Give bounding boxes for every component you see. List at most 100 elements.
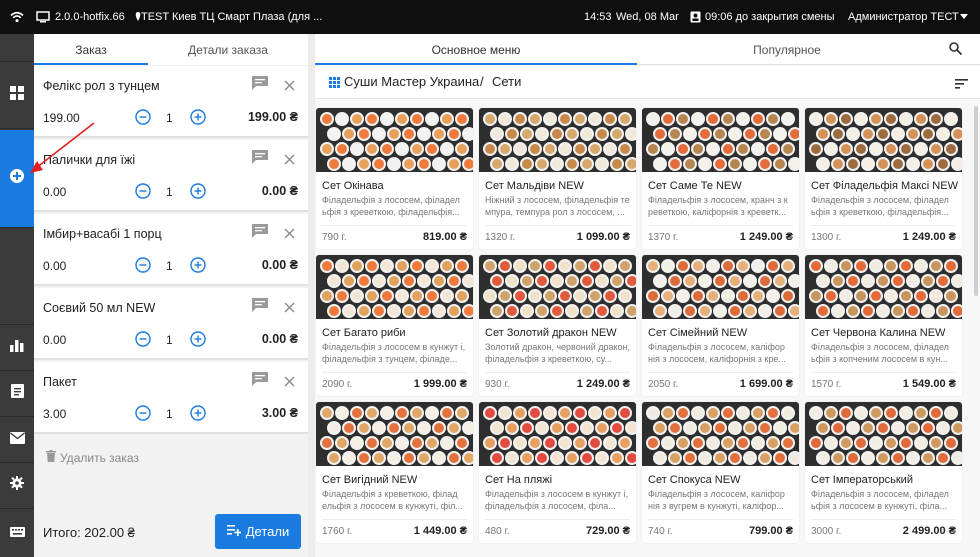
wifi-icon <box>10 0 24 34</box>
product-price: 1 549.00 ₴ <box>902 378 956 390</box>
comment-icon[interactable] <box>252 298 268 317</box>
tab-popular[interactable]: Популярное <box>637 34 937 65</box>
product-card[interactable]: Сет Спокуса NEW Філадельфія з лососем, ка… <box>642 402 799 543</box>
divider <box>648 225 793 226</box>
current-user[interactable]: Администратор ТЕСТ <box>848 0 959 34</box>
trash-icon <box>46 450 56 465</box>
product-price: 1 249.00 ₴ <box>902 231 956 243</box>
details-button[interactable]: Детали <box>215 514 301 549</box>
product-weight: 2090 г. <box>322 379 353 390</box>
close-icon[interactable] <box>284 226 295 244</box>
sidebar-item-settings[interactable] <box>0 463 34 509</box>
product-title: Сет Саме Те NEW <box>648 180 742 192</box>
order-item-name: Соєвий 50 мл NEW <box>43 301 156 315</box>
menu-scrollbar[interactable] <box>974 106 978 296</box>
product-description: Філадельфія з лососем, кранч з к реветко… <box>648 195 788 217</box>
product-image <box>316 255 473 319</box>
order-item[interactable]: Імбир+васабі 1 порц 0.00 1 0.00 ₴ <box>34 214 308 286</box>
divider <box>485 372 630 373</box>
delete-order-button[interactable]: Удалить заказ <box>46 450 139 465</box>
product-title: Сет Багато риби <box>322 327 406 339</box>
product-card[interactable]: Сет Вигідний NEW Філадельфія з креветкою,… <box>316 402 473 543</box>
product-price: 729.00 ₴ <box>585 525 630 537</box>
sidebar-item-keyboard[interactable] <box>0 509 34 557</box>
tab-main-menu[interactable]: Основное меню <box>315 34 637 65</box>
search-icon[interactable] <box>949 42 963 60</box>
comment-icon[interactable] <box>252 76 268 95</box>
sidebar-item-new-order[interactable] <box>0 130 34 228</box>
product-weight: 1570 г. <box>811 379 842 390</box>
order-item-price: 0.00 <box>43 259 67 273</box>
order-item[interactable]: Соєвий 50 мл NEW 0.00 1 0.00 ₴ <box>34 288 308 360</box>
details-button-label: Детали <box>245 524 290 539</box>
product-description: Філадельфія з лососем, філадел ьфія з кр… <box>322 195 460 217</box>
breadcrumb: Суши Мастер Украина / Сети <box>315 66 980 99</box>
close-icon[interactable] <box>284 374 295 392</box>
breadcrumb-root[interactable]: Суши Мастер Украина <box>344 74 479 89</box>
product-description: Золотий дракон, червоний дракон, філадел… <box>485 342 631 364</box>
product-description: Філадельфія з лососем в кунжут і, філаде… <box>322 342 466 364</box>
plus-circle-icon[interactable] <box>190 405 206 426</box>
product-image <box>805 402 962 466</box>
product-card[interactable]: Сет Багато риби Філадельфія з лососем в к… <box>316 255 473 396</box>
order-item-total: 199.00 ₴ <box>247 110 298 124</box>
monitor-icon <box>36 0 50 34</box>
receipt-icon <box>10 384 24 403</box>
caret-down-icon[interactable] <box>960 0 968 34</box>
close-icon[interactable] <box>284 78 295 96</box>
comment-icon[interactable] <box>252 224 268 243</box>
order-panel: Заказ Детали заказа Фелікс рол з тунцем … <box>34 34 308 557</box>
grid-apps-icon <box>329 76 340 91</box>
product-card[interactable]: Сет Золотий дракон NEW Золотий дракон, че… <box>479 255 636 396</box>
minus-circle-icon[interactable] <box>135 405 151 426</box>
playlist-add-icon <box>226 524 242 539</box>
order-item-qty: 1 <box>166 111 173 125</box>
location-name[interactable]: TEST Киев ТЦ Смарт Плаза (для ... <box>141 0 322 34</box>
product-card[interactable]: Сет Саме Те NEW Філадельфія з лососем, кр… <box>642 108 799 249</box>
close-icon[interactable] <box>284 152 295 170</box>
minus-circle-icon[interactable] <box>135 183 151 204</box>
minus-circle-icon[interactable] <box>135 331 151 352</box>
product-card[interactable]: Сет Окінава Філадельфія з лососем, філаде… <box>316 108 473 249</box>
tab-order-details[interactable]: Детали заказа <box>148 34 308 65</box>
product-card[interactable]: Сет Мальдіви NEW Ніжний з лососем, філаде… <box>479 108 636 249</box>
product-price: 2 499.00 ₴ <box>902 525 956 537</box>
sidebar-item-grid[interactable] <box>0 62 34 129</box>
product-weight: 790 г. <box>322 232 347 243</box>
order-item[interactable]: Пакет 3.00 1 3.00 ₴ <box>34 362 308 434</box>
order-item-total: 0.00 ₴ <box>261 184 298 198</box>
sort-icon[interactable] <box>955 77 968 92</box>
sidebar-item-reports[interactable] <box>0 325 34 371</box>
product-weight: 1760 г. <box>322 526 353 537</box>
product-weight: 480 г. <box>485 526 510 537</box>
tab-order[interactable]: Заказ <box>34 34 148 65</box>
sidebar-item-messages[interactable] <box>0 417 34 463</box>
product-price: 1 099.00 ₴ <box>576 231 630 243</box>
order-item-qty: 1 <box>166 185 173 199</box>
product-title: Сет Червона Калина NEW <box>811 327 946 339</box>
product-card[interactable]: Сет Сімейний NEW Філадельфія з лососем, к… <box>642 255 799 396</box>
product-card[interactable]: Сет Червона Калина NEW Філадельфія з лосо… <box>805 255 962 396</box>
order-item-qty: 1 <box>166 259 173 273</box>
minus-circle-icon[interactable] <box>135 109 151 130</box>
plus-circle-icon[interactable] <box>190 183 206 204</box>
product-card[interactable]: Сет Філадельфія Максі NEW Філадельфія з л… <box>805 108 962 249</box>
product-description: Філадельфія з креветкою, філад ельфія з … <box>322 489 463 511</box>
product-card[interactable]: Сет На пляжі Філадельфія з лососем в кунж… <box>479 402 636 543</box>
mail-icon <box>9 431 25 449</box>
product-weight: 930 г. <box>485 379 510 390</box>
sidebar-item-receipts[interactable] <box>0 371 34 417</box>
product-description: Філадельфія з лососем, філадел ьфія з ко… <box>811 342 949 364</box>
order-item[interactable]: Палички для їжі 0.00 1 0.00 ₴ <box>34 140 308 212</box>
order-item[interactable]: Фелікс рол з тунцем 199.00 1 199.00 ₴ <box>34 66 308 138</box>
product-card[interactable]: Сет Імператорський Філадельфія з лососем,… <box>805 402 962 543</box>
comment-icon[interactable] <box>252 150 268 169</box>
comment-icon[interactable] <box>252 372 268 391</box>
close-icon[interactable] <box>284 300 295 318</box>
product-weight: 1370 г. <box>648 232 679 243</box>
plus-circle-icon[interactable] <box>190 257 206 278</box>
minus-circle-icon[interactable] <box>135 257 151 278</box>
product-image <box>805 255 962 319</box>
plus-circle-icon[interactable] <box>190 331 206 352</box>
plus-circle-icon[interactable] <box>190 109 206 130</box>
